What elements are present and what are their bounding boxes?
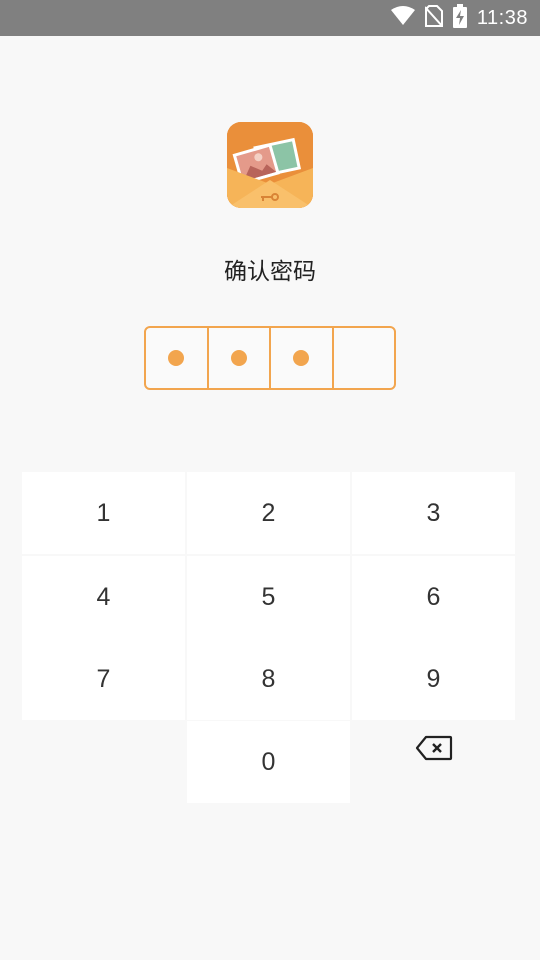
key-9[interactable]: 9 [352, 638, 515, 720]
key-7[interactable]: 7 [22, 638, 185, 720]
key-8[interactable]: 8 [187, 638, 350, 720]
pin-cell [146, 328, 209, 388]
key-4[interactable]: 4 [22, 556, 185, 638]
no-sim-icon [424, 4, 444, 32]
status-time: 11:38 [476, 6, 528, 29]
pin-cell [209, 328, 271, 388]
delete-icon [415, 735, 453, 768]
key-6[interactable]: 6 [352, 556, 515, 638]
delete-button[interactable] [352, 721, 515, 803]
key-3[interactable]: 3 [352, 472, 515, 554]
pin-dot-filled [293, 350, 310, 366]
page-title: 确认密码 [224, 259, 316, 285]
wifi-icon [390, 5, 415, 31]
photo-envelope-lock-icon [227, 122, 313, 208]
status-bar: 11:38 [0, 0, 540, 36]
key-1[interactable]: 1 [22, 472, 185, 554]
pin-dot-filled [168, 350, 185, 366]
battery-charging-icon [452, 3, 467, 33]
key-empty [22, 721, 185, 803]
app-logo [227, 122, 313, 208]
pin-cell [271, 328, 334, 388]
pin-display [144, 326, 396, 390]
status-icons: 11:38 [390, 0, 528, 36]
key-2[interactable]: 2 [187, 472, 350, 554]
pin-cell [334, 328, 395, 388]
key-5[interactable]: 5 [187, 556, 350, 638]
pin-dot-filled [230, 350, 247, 366]
key-0[interactable]: 0 [187, 721, 350, 803]
